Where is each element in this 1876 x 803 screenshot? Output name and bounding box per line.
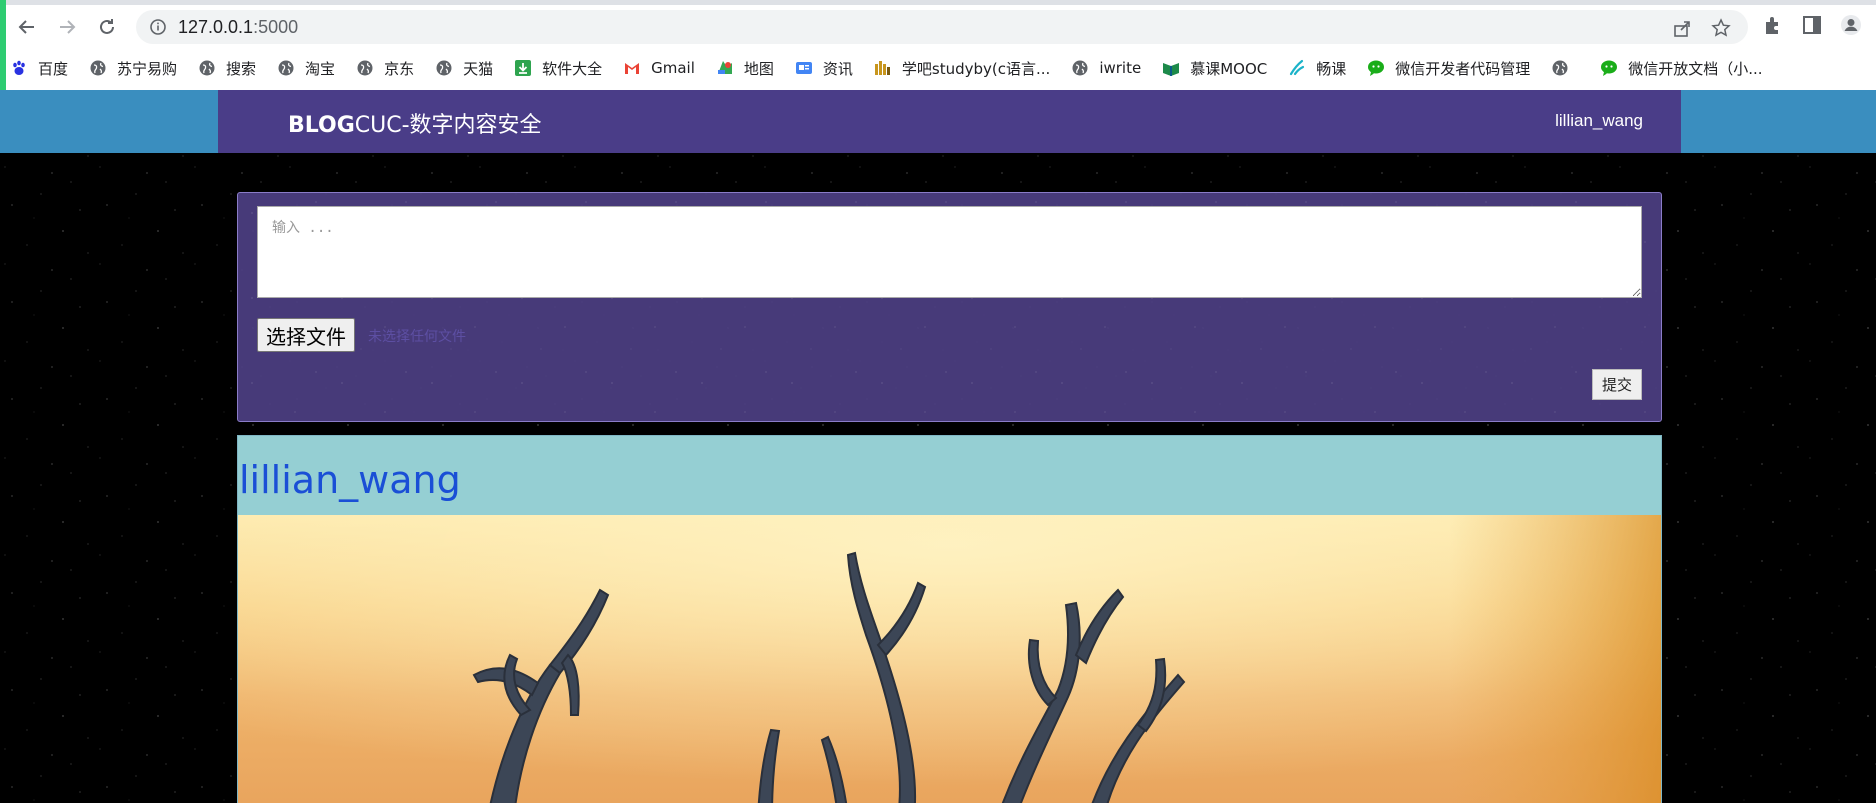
arrow-left-icon xyxy=(18,20,34,34)
bookmark-label: 资讯 xyxy=(822,59,853,78)
choose-file-button[interactable]: 选择文件 xyxy=(257,318,355,352)
wechat-icon xyxy=(1367,59,1385,77)
header-navbar: BLOGCUC-数字内容安全 lillian_wang xyxy=(218,90,1681,153)
bookmark-label: 搜索 xyxy=(226,59,257,78)
bookmark-item[interactable]: 苏宁易购 xyxy=(89,58,177,79)
bookmark-item[interactable]: 微信开发者代码管理 xyxy=(1367,58,1530,79)
globe-icon xyxy=(1551,59,1569,77)
bookmark-label: 苏宁易购 xyxy=(117,59,178,78)
url-host: 127.0.0.1 xyxy=(178,17,254,37)
side-panel-icon[interactable] xyxy=(1801,14,1823,36)
bookmark-label: Gmail xyxy=(651,59,695,77)
mooc-icon xyxy=(1162,59,1180,77)
bookmark-label: 软件大全 xyxy=(542,59,603,78)
bookmark-label: 畅课 xyxy=(1316,59,1347,78)
url-port: :5000 xyxy=(253,17,299,37)
forward-button[interactable] xyxy=(52,12,82,42)
window-accent-bar xyxy=(0,0,6,90)
bookmark-label: 慕课MOOC xyxy=(1190,59,1268,78)
star-icon[interactable] xyxy=(1711,18,1731,38)
wechat-icon xyxy=(1600,59,1618,77)
new-post-form: 选择文件 未选择任何文件 提交 xyxy=(237,192,1662,422)
page-viewport: BLOGCUC-数字内容安全 lillian_wang 选择文件 未选择任何文件… xyxy=(0,90,1876,803)
globe-icon xyxy=(356,59,374,77)
bookmark-item[interactable]: 天猫 xyxy=(435,58,493,79)
info-icon[interactable] xyxy=(149,18,167,36)
globe-icon xyxy=(1071,59,1089,77)
gmail-icon xyxy=(623,59,641,77)
bookmark-item[interactable] xyxy=(1551,59,1579,77)
address-bar[interactable]: 127.0.0.1:5000 xyxy=(136,10,1748,44)
bookmark-label: iwrite xyxy=(1099,59,1142,77)
download-icon xyxy=(514,59,532,77)
post-author-link[interactable]: lillian_wang xyxy=(239,458,461,502)
post-author-bar: lillian_wang xyxy=(238,436,1661,515)
site-header: BLOGCUC-数字内容安全 lillian_wang xyxy=(0,90,1876,153)
bookmark-label: 地图 xyxy=(743,59,774,78)
bookmark-label: 微信开放文档（小... xyxy=(1628,59,1763,78)
bookmark-label: 天猫 xyxy=(463,59,494,78)
bookmark-item[interactable]: 软件大全 xyxy=(514,58,602,79)
post-text-input[interactable] xyxy=(257,206,1642,298)
site-brand[interactable]: BLOGCUC-数字内容安全 xyxy=(288,107,542,139)
bookmark-item[interactable]: 百度 xyxy=(10,58,68,79)
submit-button[interactable]: 提交 xyxy=(1591,369,1642,400)
deer-antlers-illustration xyxy=(238,515,1661,803)
url-text[interactable]: 127.0.0.1:5000 xyxy=(178,17,298,38)
globe-icon xyxy=(198,59,216,77)
changke-icon xyxy=(1288,59,1306,77)
browser-chrome: 127.0.0.1:5000 百度 苏宁易购 搜索 淘宝 京东 天猫 软件大全 Gmail 地图… xyxy=(0,0,1876,90)
reload-icon xyxy=(100,19,114,34)
bookmark-item[interactable]: 京东 xyxy=(356,58,414,79)
bookmark-item[interactable]: 地图 xyxy=(716,58,774,79)
bookmark-item[interactable]: iwrite xyxy=(1071,59,1141,77)
bookmark-label: 淘宝 xyxy=(305,59,336,78)
brand-title: CUC-数字内容安全 xyxy=(354,113,542,138)
brand-bold: BLOG xyxy=(288,113,355,138)
maps-icon xyxy=(716,59,734,77)
post-image xyxy=(238,515,1661,803)
bookmarks-bar: 百度 苏宁易购 搜索 淘宝 京东 天猫 软件大全 Gmail 地图 资讯 学吧studyby(c语言… xyxy=(10,54,1784,82)
bookmark-label: 学吧studyby(c语言... xyxy=(901,59,1051,78)
bookmark-item[interactable]: 淘宝 xyxy=(277,58,335,79)
news-icon xyxy=(795,59,813,77)
post-card: lillian_wang xyxy=(237,435,1662,803)
profile-avatar-icon[interactable] xyxy=(1840,14,1862,36)
globe-icon xyxy=(89,59,107,77)
baidu-paw-icon xyxy=(10,59,28,77)
reload-button[interactable] xyxy=(92,12,122,42)
bookmark-item[interactable]: 学吧studyby(c语言... xyxy=(874,58,1050,79)
arrow-right-icon xyxy=(60,20,76,34)
file-status-text: 未选择任何文件 xyxy=(368,329,466,345)
tab-strip-edge xyxy=(0,0,1876,5)
share-icon[interactable] xyxy=(1672,18,1692,38)
bookmark-item[interactable]: 微信开放文档（小... xyxy=(1600,58,1763,79)
globe-icon xyxy=(435,59,453,77)
bookmark-item[interactable]: 畅课 xyxy=(1288,58,1346,79)
user-nav-link[interactable]: lillian_wang xyxy=(1555,111,1643,131)
bookmark-label: 微信开发者代码管理 xyxy=(1395,59,1531,78)
bookmark-item[interactable]: 慕课MOOC xyxy=(1162,58,1267,79)
bookmark-item[interactable]: 资讯 xyxy=(795,58,853,79)
bookmark-item[interactable]: 搜索 xyxy=(198,58,256,79)
bookmark-label: 百度 xyxy=(38,59,69,78)
studyby-icon xyxy=(874,59,892,77)
globe-icon xyxy=(277,59,295,77)
bookmark-item[interactable]: Gmail xyxy=(623,59,695,77)
bookmark-label: 京东 xyxy=(384,59,415,78)
extensions-icon[interactable] xyxy=(1762,14,1784,36)
back-button[interactable] xyxy=(12,12,42,42)
